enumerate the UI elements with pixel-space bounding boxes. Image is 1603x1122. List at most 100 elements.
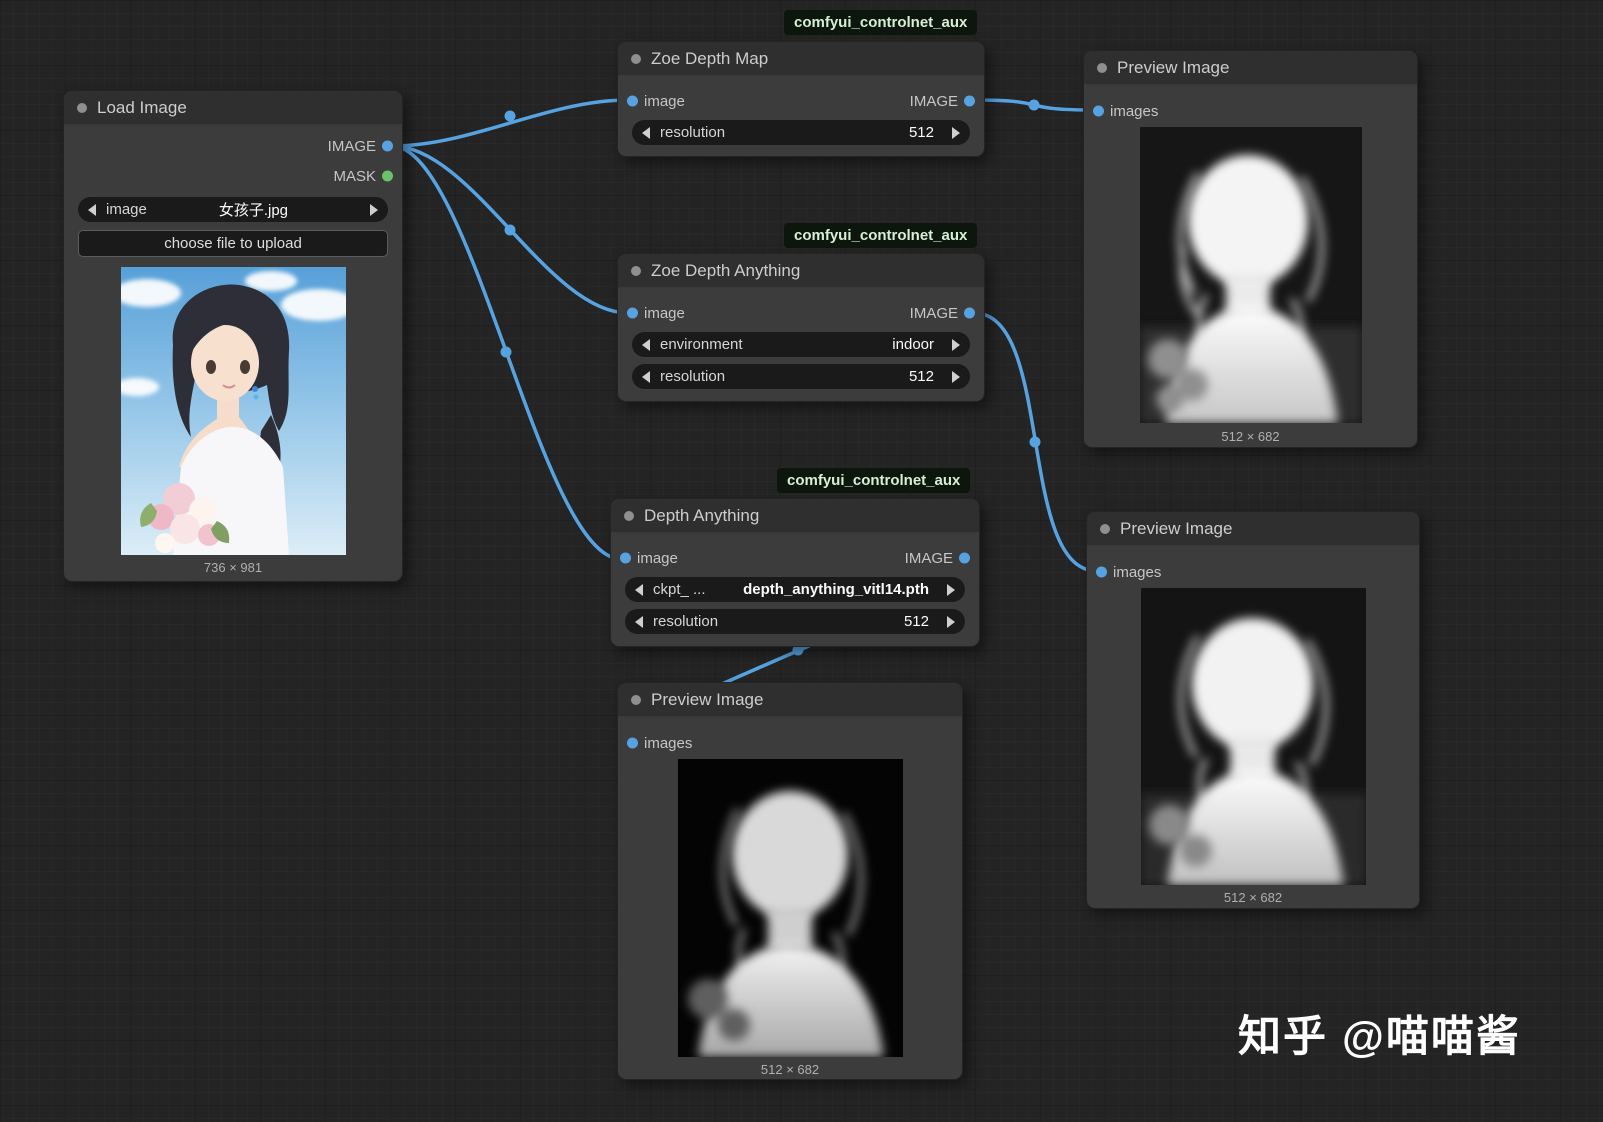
increment-arrow-icon[interactable] — [952, 370, 960, 383]
link-midpoint-dot — [504, 224, 516, 236]
combo-right-arrow-icon[interactable] — [947, 583, 955, 596]
anime-girl-image — [120, 267, 346, 555]
depth-map-image — [1140, 127, 1362, 423]
node-load-image[interactable]: Load Image IMAGE MASK image 女孩子.jpg choo… — [63, 90, 403, 582]
decrement-arrow-icon[interactable] — [642, 126, 650, 139]
widget-label: resolution — [660, 368, 726, 385]
node-collapse-dot[interactable] — [631, 53, 641, 64]
input-slot-label: image — [644, 92, 685, 110]
output-slot-label: MASK — [333, 167, 376, 185]
image-dimensions-caption: 512 × 682 — [1223, 890, 1283, 905]
widget-label: image — [106, 201, 147, 218]
output-slot-label: IMAGE — [904, 549, 953, 567]
image-input-slot[interactable] — [627, 307, 638, 319]
depth-map-preview — [1140, 127, 1362, 423]
combo-right-arrow-icon[interactable] — [369, 203, 378, 216]
node-preview-image-bottom-right[interactable]: Preview Image images 512 × 682 — [1086, 511, 1420, 909]
input-slot-label: images — [1110, 102, 1159, 120]
widget-value: 512 — [903, 613, 929, 630]
node-title: Load Image — [97, 97, 187, 117]
node-collapse-dot[interactable] — [1100, 523, 1110, 534]
node-collapse-dot[interactable] — [1097, 62, 1107, 73]
image-output-slot[interactable] — [964, 95, 975, 107]
node-title: Preview Image — [651, 689, 764, 709]
node-zoe-depth-map[interactable]: comfyui_controlnet_aux Zoe Depth Map ima… — [617, 10, 985, 157]
node-titlebar[interactable]: Zoe Depth Anything — [618, 254, 984, 288]
loaded-image-preview — [120, 267, 346, 555]
node-titlebar[interactable]: Preview Image — [618, 683, 962, 717]
resolution-widget[interactable]: resolution 512 — [632, 120, 970, 145]
mask-output-slot[interactable] — [382, 170, 393, 182]
image-input-slot[interactable] — [627, 95, 638, 107]
node-title: Zoe Depth Anything — [651, 260, 801, 280]
node-titlebar[interactable]: Depth Anything — [611, 499, 979, 533]
widget-label: resolution — [660, 124, 726, 141]
environment-widget[interactable]: environment indoor — [632, 332, 970, 357]
widget-value: depth_anything_vitl14.pth — [743, 581, 929, 598]
images-input-slot[interactable] — [1093, 105, 1104, 117]
depth-map-image — [678, 759, 903, 1057]
node-title: Preview Image — [1117, 57, 1230, 77]
node-title: Depth Anything — [644, 505, 760, 525]
image-dimensions-caption: 736 × 981 — [203, 560, 263, 575]
image-output-slot[interactable] — [959, 552, 970, 564]
input-slot-label: image — [637, 549, 678, 567]
output-slot-label: IMAGE — [327, 137, 376, 155]
input-slot-label: images — [1113, 563, 1162, 581]
increment-arrow-icon[interactable] — [947, 615, 955, 628]
increment-arrow-icon[interactable] — [952, 126, 960, 139]
link-midpoint-dot — [504, 110, 516, 122]
node-collapse-dot[interactable] — [77, 102, 87, 113]
node-collapse-dot[interactable] — [624, 510, 634, 521]
node-collapse-dot[interactable] — [631, 265, 641, 276]
node-collapse-dot[interactable] — [631, 694, 641, 705]
image-dimensions-caption: 512 × 682 — [760, 1062, 820, 1077]
image-input-slot[interactable] — [620, 552, 631, 564]
depth-map-image — [1141, 588, 1366, 885]
node-preview-image-bottom-center[interactable]: Preview Image images 512 × 682 — [617, 682, 963, 1080]
node-titlebar[interactable]: Load Image — [64, 91, 402, 125]
node-titlebar[interactable]: Preview Image — [1087, 512, 1419, 546]
ckpt-widget[interactable]: ckpt_ ... depth_anything_vitl14.pth — [625, 577, 965, 602]
widget-label: ckpt_ ... — [653, 581, 706, 598]
link-midpoint-dot — [1029, 436, 1041, 448]
widget-value: 512 — [908, 124, 934, 141]
combo-left-arrow-icon[interactable] — [642, 338, 650, 351]
decrement-arrow-icon[interactable] — [642, 370, 650, 383]
combo-left-arrow-icon[interactable] — [635, 583, 643, 596]
images-input-slot[interactable] — [1096, 566, 1107, 578]
decrement-arrow-icon[interactable] — [635, 615, 643, 628]
link-loadimage-to-zoedepthmap — [390, 98, 630, 148]
combo-right-arrow-icon[interactable] — [952, 338, 960, 351]
node-title: Preview Image — [1120, 518, 1233, 538]
resolution-widget[interactable]: resolution 512 — [632, 364, 970, 389]
input-slot-label: images — [644, 734, 693, 752]
node-category-badge: comfyui_controlnet_aux — [784, 10, 978, 35]
image-dimensions-caption: 512 × 682 — [1221, 429, 1280, 444]
node-titlebar[interactable]: Zoe Depth Map — [618, 42, 984, 76]
resolution-widget[interactable]: resolution 512 — [625, 609, 965, 634]
link-midpoint-dot — [500, 346, 512, 358]
depth-map-preview — [1141, 588, 1366, 885]
image-output-slot[interactable] — [964, 307, 975, 319]
image-combo-widget[interactable]: image 女孩子.jpg — [78, 197, 388, 222]
image-output-slot[interactable] — [382, 140, 393, 152]
widget-value: 女孩子.jpg — [218, 202, 289, 219]
widget-value: indoor — [892, 336, 934, 353]
widget-label: resolution — [653, 613, 719, 630]
node-title: Zoe Depth Map — [651, 48, 769, 68]
node-preview-image-top[interactable]: Preview Image images 512 × 682 — [1083, 50, 1418, 448]
widget-label: environment — [660, 336, 743, 353]
node-depth-anything[interactable]: comfyui_controlnet_aux Depth Anything im… — [610, 468, 980, 647]
node-category-badge: comfyui_controlnet_aux — [784, 223, 978, 248]
node-category-badge: comfyui_controlnet_aux — [777, 468, 971, 493]
widget-value: 512 — [908, 368, 934, 385]
images-input-slot[interactable] — [627, 737, 638, 749]
output-slot-label: IMAGE — [909, 304, 958, 322]
depth-map-preview — [678, 759, 903, 1057]
node-titlebar[interactable]: Preview Image — [1084, 51, 1417, 85]
input-slot-label: image — [644, 304, 685, 322]
choose-file-button[interactable]: choose file to upload — [78, 230, 388, 257]
node-zoe-depth-anything[interactable]: comfyui_controlnet_aux Zoe Depth Anythin… — [617, 223, 985, 402]
combo-left-arrow-icon[interactable] — [88, 203, 96, 216]
